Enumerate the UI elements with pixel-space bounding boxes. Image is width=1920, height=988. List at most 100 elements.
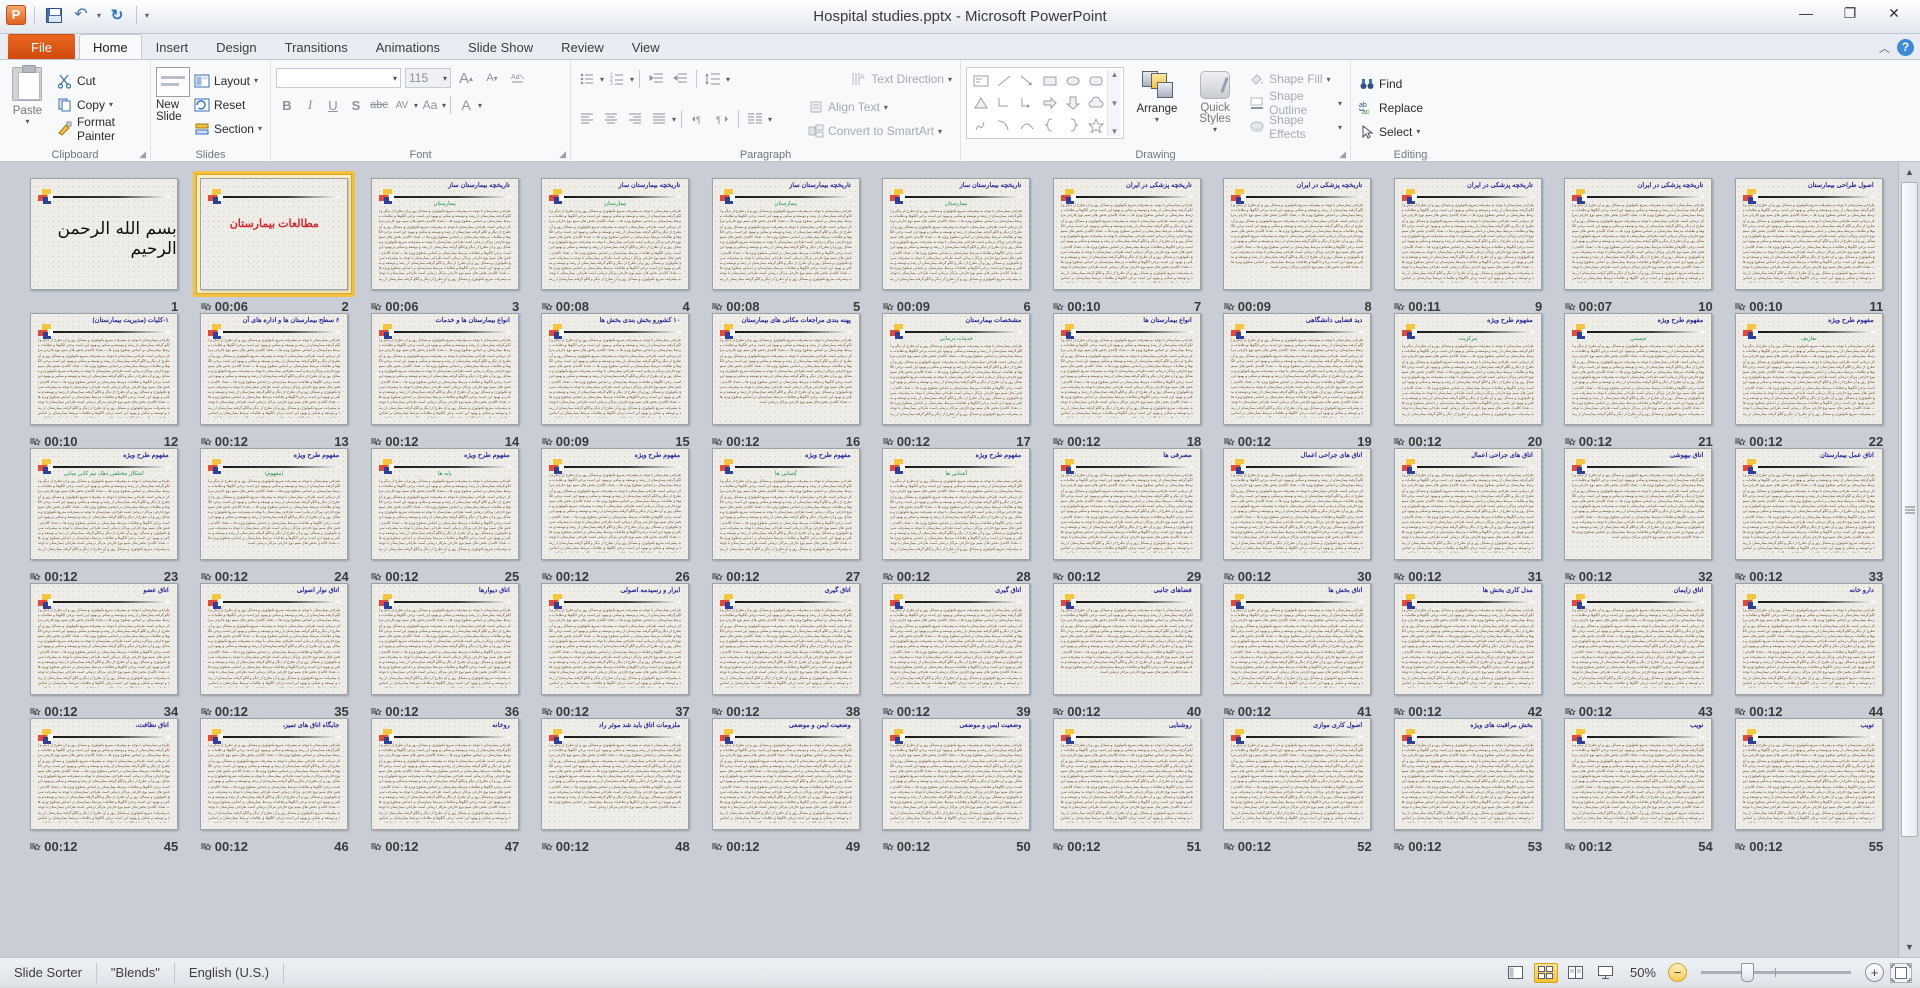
slide-preview-25[interactable]: مفهوم طرح ویژه پایه ها طراحی بیمارستان با … — [370, 448, 519, 560]
slide-preview-5[interactable]: تاریخچه بیمارستان ساز بیمارستان طراحی بیما… — [711, 178, 860, 290]
slide-thumbnail[interactable]: مدل کاری بخش ها طراحی بیمارستان با توجه ب… — [1387, 576, 1549, 702]
shapes-scroll-down-icon[interactable]: ▼ — [1108, 99, 1121, 108]
cut-button[interactable]: Cut — [54, 69, 145, 93]
zoom-slider-track[interactable] — [1701, 963, 1851, 982]
slide-cell-21[interactable]: مفهوم طرح ویژه چیستی طراحی بیمارستان با تو… — [1553, 303, 1724, 449]
tab-file[interactable]: File — [8, 34, 75, 59]
slide-cell-2[interactable]: مطالعات بیمارستان 00:06 2 — [189, 168, 360, 314]
tab-insert[interactable]: Insert — [142, 34, 203, 59]
undo-caret-icon[interactable]: ▾ — [97, 11, 101, 20]
shape-fill-caret-icon[interactable]: ▾ — [1327, 75, 1331, 84]
scrollbar-track[interactable] — [1901, 182, 1918, 937]
minimize-button[interactable]: — — [1784, 0, 1828, 26]
text-shadow-button[interactable]: S — [345, 94, 367, 116]
slide-cell-16[interactable]: پهنه بندی مراجعات مکانی های بیمارستان طرا… — [701, 303, 872, 449]
columns-caret-icon[interactable]: ▾ — [768, 115, 772, 124]
slide-thumbnail[interactable]: تویب طراحی بیمارستان با توجه به پیشرفت سر… — [1557, 711, 1719, 837]
slide-thumbnail[interactable]: ابزار و رسیدمه اصولی طراحی بیمارستان با ت… — [534, 576, 696, 702]
section-button[interactable]: Section ▾ — [191, 117, 265, 141]
replace-button[interactable]: ab ac Replace — [1356, 96, 1426, 120]
slide-thumbnail[interactable]: اتاق بیهوشی طراحی بیمارستان با توجه به پی… — [1557, 441, 1719, 567]
clipboard-dialog-launcher[interactable]: ◢ — [139, 149, 146, 160]
slide-cell-48[interactable]: ملزومات اتاق باید شد موثر راد طراحی بیمار… — [530, 708, 701, 854]
slide-preview-22[interactable]: مفهوم طرح ویژه تعاریف طراحی بیمارستان با ت… — [1734, 313, 1883, 425]
slide-thumbnail[interactable]: اتاق گیری طراحی بیمارستان با توجه به پیشر… — [705, 576, 867, 702]
slide-cell-36[interactable]: اتاق دیوارها طراحی بیمارستان با توجه به پ… — [360, 573, 531, 719]
slide-preview-31[interactable]: اتاق های جراحی اعمال طراحی بیمارستان با ت… — [1393, 448, 1542, 560]
zoom-in-button[interactable]: + — [1865, 963, 1884, 982]
slide-cell-11[interactable]: اصول طراحی بیمارستان طراحی بیمارستان با ت… — [1724, 168, 1895, 314]
slide-preview-10[interactable]: تاریخچه پزشکی در ایران طراحی بیمارستان با… — [1564, 178, 1713, 290]
slide-preview-29[interactable]: مصرفی ها طراحی بیمارستان با توجه به پیشرف… — [1052, 448, 1201, 560]
slide-cell-3[interactable]: تاریخچه بیمارستان ساز بیمارستان طراحی بیما… — [360, 168, 531, 314]
slide-preview-17[interactable]: مشخصات بیمارستان خدمات درمانی طراحی بیمارس… — [882, 313, 1031, 425]
slide-preview-33[interactable]: اتاق عمل بیمارستان طراحی بیمارستان با توج… — [1734, 448, 1883, 560]
slide-sorter-workspace[interactable]: اصول طراحی بیمارستان طراحی بیمارستان با ت… — [0, 162, 1920, 957]
slide-thumbnail[interactable]: تاریخچه پزشکی در ایران طراحی بیمارستان با… — [1557, 171, 1719, 297]
slide-preview-13[interactable]: ۶ سطح بیمارستان ها و اداره های آن طراحی ب… — [200, 313, 349, 425]
slide-cell-22[interactable]: مفهوم طرح ویژه تعاریف طراحی بیمارستان با ت… — [1724, 303, 1895, 449]
find-button[interactable]: Find — [1356, 72, 1426, 96]
slide-preview-50[interactable]: وضعیت ایمن و موضعی طراحی بیمارستان با توج… — [882, 718, 1031, 830]
restore-button[interactable]: ❐ — [1828, 0, 1872, 26]
slide-thumbnail[interactable]: اتاق های جراحی اعمال طراحی بیمارستان با ت… — [1216, 441, 1378, 567]
slide-cell-15[interactable]: ۱۰ کشورو بخش بندی بخش ها طراحی بیمارستان … — [530, 303, 701, 449]
copy-button[interactable]: Copy ▾ — [54, 93, 145, 117]
align-right-icon[interactable] — [624, 108, 646, 130]
underline-button[interactable]: U — [322, 94, 344, 116]
slide-preview-37[interactable]: ابزار و رسیدمه اصولی طراحی بیمارستان با ت… — [541, 583, 690, 695]
slide-cell-25[interactable]: مفهوم طرح ویژه پایه ها طراحی بیمارستان با … — [360, 438, 531, 584]
character-spacing-button[interactable]: AV — [391, 94, 413, 116]
slide-thumbnail[interactable]: انواع بیمارستان ها طراحی بیمارستان با توج… — [1046, 306, 1208, 432]
select-caret-icon[interactable]: ▾ — [1416, 127, 1420, 136]
slide-thumbnail[interactable]: اتاق عضو طراحی بیمارستان با توجه به پیشرف… — [23, 576, 185, 702]
slide-preview-55[interactable]: تویب طراحی بیمارستان با توجه به پیشرفت سر… — [1734, 718, 1883, 830]
shape-oval-icon[interactable] — [1061, 70, 1084, 92]
slide-preview-28[interactable]: مفهوم طرح ویژه آشنایی ها طراحی بیمارستان ب… — [882, 448, 1031, 560]
bullets-icon[interactable] — [576, 68, 598, 90]
slide-cell-53[interactable]: بخش مراقبت های ویژه طراحی بیمارستان با تو… — [1383, 708, 1554, 854]
slide-preview-44[interactable]: دارو خانه طراحی بیمارستان با توجه به پیشر… — [1734, 583, 1883, 695]
justify-caret-icon[interactable]: ▾ — [672, 115, 676, 124]
slide-preview-3[interactable]: تاریخچه بیمارستان ساز بیمارستان طراحی بیما… — [370, 178, 519, 290]
slide-cell-19[interactable]: دید فضایی دانشگاهی طراحی بیمارستان با توج… — [1212, 303, 1383, 449]
reset-button[interactable]: Reset — [191, 93, 265, 117]
slide-cell-52[interactable]: اصول کاری موازی طراحی بیمارستان با توجه ب… — [1212, 708, 1383, 854]
slide-thumbnail[interactable]: پهنه بندی مراجعات مکانی های بیمارستان طرا… — [705, 306, 867, 432]
slide-cell-9[interactable]: تاریخچه پزشکی در ایران طراحی بیمارستان با… — [1383, 168, 1554, 314]
slide-preview-7[interactable]: تاریخچه پزشکی در ایران طراحی بیمارستان با… — [1052, 178, 1201, 290]
slide-preview-14[interactable]: انواع بیمارستان ها و خدمات طراحی بیمارستا… — [370, 313, 519, 425]
shape-textbox-icon[interactable] — [969, 70, 992, 92]
slide-thumbnail[interactable]: اصول طراحی بیمارستان طراحی بیمارستان با ت… — [1728, 171, 1890, 297]
slide-preview-23[interactable]: مفهوم طرح ویژه اشکال مختلفی دهک نیم کانی … — [29, 448, 178, 560]
copy-caret-icon[interactable]: ▾ — [109, 100, 113, 109]
slide-thumbnail[interactable]: اتاق نوار اصولی طراحی بیمارستان با توجه ب… — [193, 576, 355, 702]
strikethrough-button[interactable]: abc — [368, 94, 390, 116]
slide-cell-4[interactable]: تاریخچه بیمارستان ساز بیمارستان طراحی بیما… — [530, 168, 701, 314]
line-spacing-icon[interactable] — [702, 68, 724, 90]
shape-star-icon[interactable] — [1084, 114, 1107, 136]
slide-thumbnail[interactable]: اتاق بخش ها طراحی بیمارستان با توجه به پی… — [1216, 576, 1378, 702]
slide-cell-43[interactable]: اتاق زایمان طراحی بیمارستان با توجه به پی… — [1553, 573, 1724, 719]
slide-thumbnail[interactable]: دید فضایی دانشگاهی طراحی بیمارستان با توج… — [1216, 306, 1378, 432]
customize-qat-icon[interactable]: ▾ — [145, 11, 149, 20]
text-direction-caret-icon[interactable]: ▾ — [948, 75, 952, 84]
numbering-caret-icon[interactable]: ▾ — [630, 75, 634, 84]
slide-preview-42[interactable]: مدل کاری بخش ها طراحی بیمارستان با توجه ب… — [1393, 583, 1542, 695]
slide-cell-50[interactable]: وضعیت ایمن و موضعی طراحی بیمارستان با توج… — [871, 708, 1042, 854]
paste-button[interactable]: Paste ▾ — [5, 63, 50, 146]
slide-thumbnail[interactable]: دارو خانه طراحی بیمارستان با توجه به پیشر… — [1728, 576, 1890, 702]
slide-cell-45[interactable]: اتاق نظافت، طراحی بیمارستان با توجه به پی… — [19, 708, 190, 854]
zoom-out-button[interactable]: − — [1668, 963, 1687, 982]
slide-cell-8[interactable]: تاریخچه پزشکی در ایران طراحی بیمارستان با… — [1212, 168, 1383, 314]
slide-preview-16[interactable]: پهنه بندی مراجعات مکانی های بیمارستان طرا… — [711, 313, 860, 425]
slide-cell-12[interactable]: ۱-کلیات (مدیریت بیمارستان) طراحی بیمارستا… — [19, 303, 190, 449]
help-icon[interactable]: ? — [1897, 39, 1914, 56]
tab-home[interactable]: Home — [78, 34, 142, 59]
slide-cell-32[interactable]: اتاق بیهوشی طراحی بیمارستان با توجه به پی… — [1553, 438, 1724, 584]
shape-line-icon[interactable] — [992, 70, 1015, 92]
font-name-caret-icon[interactable]: ▾ — [393, 74, 397, 83]
slide-thumbnail[interactable]: مفهوم طرح ویژه پایه ها طراحی بیمارستان با … — [364, 441, 526, 567]
character-spacing-caret-icon[interactable]: ▾ — [414, 101, 418, 110]
slide-thumbnail[interactable]: تاریخچه بیمارستان ساز بیمارستان طراحی بیما… — [875, 171, 1037, 297]
